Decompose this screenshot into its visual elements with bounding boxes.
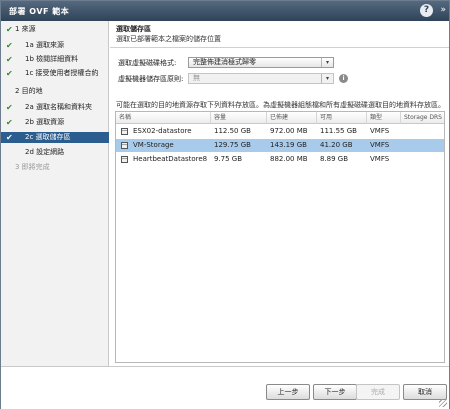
table-cell-provisioned: 972.00 MB [270, 127, 308, 135]
resize-grip-icon[interactable] [439, 399, 447, 407]
table-cell-capacity: 129.75 GB [214, 141, 251, 149]
wizard-content: 選取儲存區 選取已部署範本之檔案的儲存位置 選取虛擬磁碟格式: 完整佈建消極式歸… [110, 21, 449, 366]
table-cell-provisioned: 882.00 MB [270, 155, 308, 163]
wizard-step-label: 3 即將完成 [15, 163, 50, 171]
chevron-down-icon: ▾ [321, 58, 333, 67]
wizard-steps: ✔ 1 來源 ✔ 1a 選取來源 ✔ 1b 檢閱詳細資料 ✔ 1c 接受使用者授權合約 2 目的… [1, 21, 109, 409]
table-cell-name: HeartbeatDatastore8 [133, 155, 208, 163]
table-cell-type: VMFS [370, 127, 390, 135]
table-row[interactable]: HeartbeatDatastore8 9.75 GB 882.00 MB 8.89 … [116, 153, 444, 166]
wizard-step[interactable]: ✔ 1 來源 [1, 24, 109, 35]
wizard-step[interactable]: ✔ 2a 選取名稱和資料夾 [1, 102, 109, 113]
wizard-step-label: 1a 選取來源 [25, 41, 64, 49]
wizard-step-label: 2a 選取名稱和資料夾 [25, 103, 92, 111]
divider [110, 47, 449, 48]
check-icon: ✔ [6, 103, 13, 112]
wizard-step[interactable]: ✔ 2c 選取儲存區 [1, 132, 109, 143]
table-cell-name: VM-Storage [133, 141, 174, 149]
wizard-step[interactable]: ✔ 1c 接受使用者授權合約 [1, 68, 109, 79]
table-row[interactable]: ESX02-datastore 112.50 GB 972.00 MB 111.55 … [116, 125, 444, 138]
table-cell-type: VMFS [370, 141, 390, 149]
table-cell-provisioned: 143.19 GB [270, 141, 307, 149]
column-header[interactable]: 容量 [211, 112, 267, 124]
wizard-step-label: 2d 設定網路 [25, 148, 65, 156]
datastore-note: 可能在選取的目的地資源存取下列資料存放區。為虛擬機器組態檔和所有虛擬磁碟選取目的… [116, 101, 445, 109]
wizard-step-label: 1b 檢閱詳細資料 [25, 55, 79, 63]
table-cell-sdrs [401, 153, 444, 166]
deploy-ovf-dialog: 部署 OVF 範本 ? » ✔ 1 來源 ✔ 1a 選取來源 ✔ 1b 檢閱詳細資料 ✔ 1c… [0, 0, 450, 409]
storage-policy-label: 虛擬機器儲存區原則: [118, 75, 184, 83]
storage-policy-value: 無 [193, 74, 200, 82]
wizard-step[interactable]: ✔ 1b 檢閱詳細資料 [1, 54, 109, 65]
table-cell-free: 8.89 GB [320, 155, 349, 163]
next-button[interactable]: 下一步 [313, 384, 357, 400]
table-cell-capacity: 112.50 GB [214, 127, 251, 135]
page-subtitle: 選取已部署範本之檔案的儲存位置 [116, 35, 221, 43]
column-header[interactable]: Storage DRS [401, 112, 444, 124]
wizard-step-label: 2b 選取資源 [25, 118, 65, 126]
table-cell-free: 111.55 GB [320, 127, 357, 135]
wizard-step[interactable]: 2 目的地 [1, 86, 109, 97]
expand-icon[interactable]: » [440, 5, 446, 15]
dialog-titlebar: 部署 OVF 範本 ? » [1, 1, 449, 21]
check-icon: ✔ [6, 25, 13, 34]
info-icon[interactable]: i [339, 74, 348, 83]
help-icon[interactable]: ? [420, 4, 433, 17]
table-cell-free: 41.20 GB [320, 141, 353, 149]
wizard-step[interactable]: ✔ 1a 選取來源 [1, 40, 109, 51]
wizard-step-label: 1 來源 [15, 25, 36, 33]
table-cell-type: VMFS [370, 155, 390, 163]
check-icon: ✔ [6, 41, 13, 50]
datastore-icon [121, 128, 128, 135]
disk-format-label: 選取虛擬磁碟格式: [118, 59, 177, 67]
chevron-down-icon: ▾ [321, 74, 333, 83]
cancel-button[interactable]: 取消 [403, 384, 447, 400]
dialog-footer: 上一步 下一步 完成 取消 [1, 366, 449, 409]
table-cell-sdrs [401, 139, 444, 152]
table-cell-name: ESX02-datastore [133, 127, 192, 135]
check-icon: ✔ [6, 55, 13, 64]
wizard-step-label: 1c 接受使用者授權合約 [25, 69, 99, 77]
column-header[interactable]: 類型 [367, 112, 401, 124]
wizard-step[interactable]: 2d 設定網路 [1, 147, 109, 158]
page-title: 選取儲存區 [116, 25, 151, 33]
wizard-step: 3 即將完成 [1, 162, 109, 173]
check-icon: ✔ [6, 69, 13, 78]
datastore-icon [121, 142, 128, 149]
disk-format-value: 完整佈建消極式歸零 [193, 58, 256, 66]
check-icon: ✔ [6, 133, 13, 142]
check-icon: ✔ [6, 118, 13, 127]
back-button[interactable]: 上一步 [266, 384, 310, 400]
table-cell-capacity: 9.75 GB [214, 155, 243, 163]
wizard-step[interactable]: ✔ 2b 選取資源 [1, 117, 109, 128]
datastore-icon [121, 156, 128, 163]
table-cell-sdrs [401, 125, 444, 138]
wizard-step-label: 2c 選取儲存區 [25, 133, 71, 141]
dialog-title: 部署 OVF 範本 [9, 7, 70, 16]
storage-policy-select: 無 ▾ [188, 73, 334, 84]
disk-format-select[interactable]: 完整佈建消極式歸零 ▾ [188, 57, 334, 68]
column-header[interactable]: 已佈建 [267, 112, 317, 124]
wizard-step-label: 2 目的地 [15, 87, 43, 95]
table-header: 名稱 容量 已佈建 可用 類型 Storage DRS [116, 112, 444, 124]
datastore-table: 名稱 容量 已佈建 可用 類型 Storage DRS ESX02-datastore 11… [115, 111, 445, 363]
column-header[interactable]: 名稱 [116, 112, 211, 124]
column-header[interactable]: 可用 [317, 112, 367, 124]
table-row[interactable]: VM-Storage 129.75 GB 143.19 GB 41.20 GB VMFS [116, 139, 444, 152]
finish-button: 完成 [356, 384, 400, 400]
